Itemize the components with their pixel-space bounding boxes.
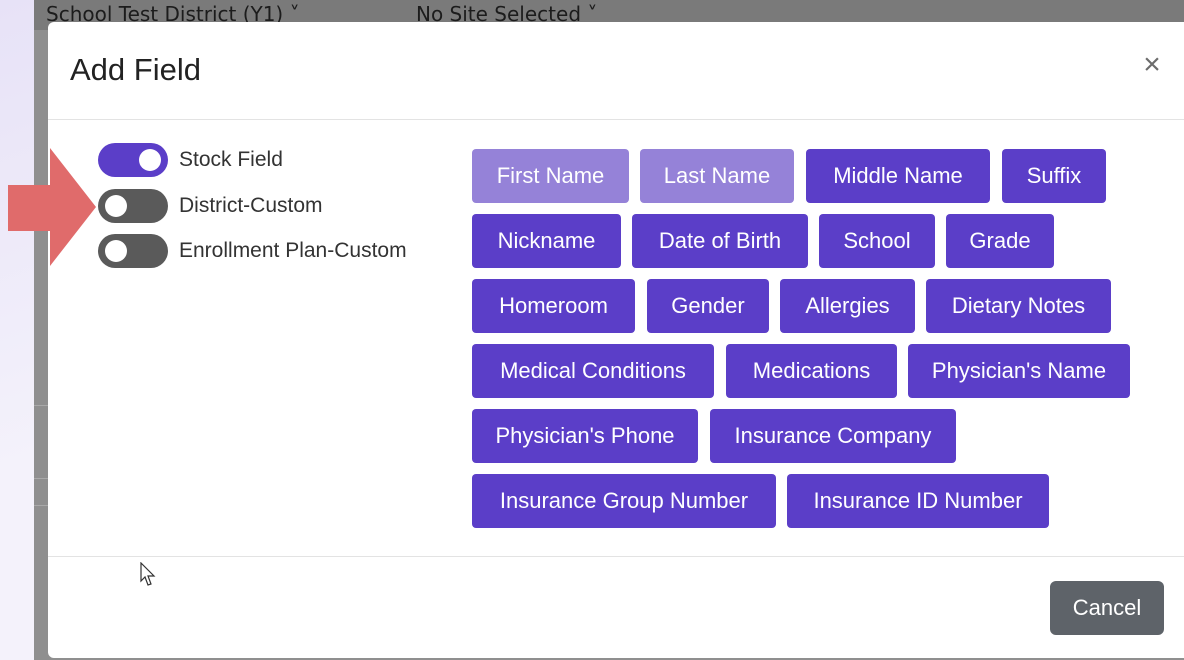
toggle-switch[interactable] [98,143,168,177]
field-chip-date-of-birth[interactable]: Date of Birth [632,214,808,268]
field-chip-grade[interactable]: Grade [946,214,1054,268]
toggle-switch[interactable] [98,234,168,268]
annotation-arrow-icon [8,148,96,266]
modal-title: Add Field [70,52,201,87]
toggle-enrollment-plan-custom[interactable]: Enrollment Plan-Custom [98,233,407,269]
background-divider [34,478,48,479]
background-divider [34,405,48,406]
cancel-button[interactable]: Cancel [1050,581,1164,635]
field-chip-middle-name[interactable]: Middle Name [806,149,990,203]
modal-header: Add Field × [48,22,1184,120]
field-chip-last-name[interactable]: Last Name [640,149,794,203]
field-chip-allergies[interactable]: Allergies [780,279,915,333]
toggle-knob [139,149,161,171]
toggle-stock-field[interactable]: Stock Field [98,142,283,178]
toggle-label: District-Custom [179,194,323,217]
field-chip-insurance-id-number[interactable]: Insurance ID Number [787,474,1049,528]
toggle-knob [105,240,127,262]
field-chip-physicians-name[interactable]: Physician's Name [908,344,1130,398]
add-field-modal: Add Field × Stock Field District-Custom … [48,22,1184,658]
toggle-district-custom[interactable]: District-Custom [98,188,323,224]
toggle-switch[interactable] [98,189,168,223]
toggle-label: Enrollment Plan-Custom [179,239,407,262]
field-chip-suffix[interactable]: Suffix [1002,149,1106,203]
modal-footer [48,556,1184,658]
field-chip-first-name[interactable]: First Name [472,149,629,203]
field-chip-gender[interactable]: Gender [647,279,769,333]
field-chip-dietary-notes[interactable]: Dietary Notes [926,279,1111,333]
mouse-cursor-icon [140,562,156,586]
background-divider [34,505,48,506]
field-chip-nickname[interactable]: Nickname [472,214,621,268]
toggle-knob [105,195,127,217]
close-button[interactable]: × [1140,50,1164,80]
field-chip-insurance-company[interactable]: Insurance Company [710,409,956,463]
field-chip-medications[interactable]: Medications [726,344,897,398]
field-chip-school[interactable]: School [819,214,935,268]
field-chip-insurance-group-number[interactable]: Insurance Group Number [472,474,776,528]
field-chip-homeroom[interactable]: Homeroom [472,279,635,333]
toggle-label: Stock Field [179,148,283,171]
field-chip-physicians-phone[interactable]: Physician's Phone [472,409,698,463]
field-chip-medical-conditions[interactable]: Medical Conditions [472,344,714,398]
